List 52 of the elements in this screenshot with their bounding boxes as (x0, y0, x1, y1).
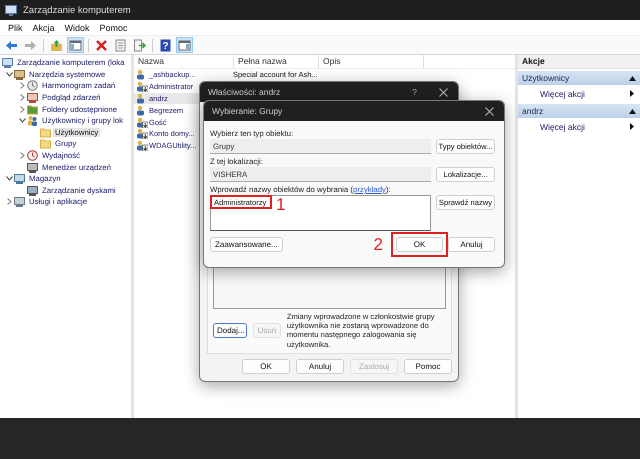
tree-pane-icon[interactable] (67, 37, 84, 53)
column-header[interactable]: Nazwa (134, 55, 234, 68)
gauge-icon (27, 150, 38, 162)
dialog-button[interactable]: Pomoc (404, 359, 452, 374)
dialog-title: Wybieranie: Grupy (212, 106, 284, 116)
chevron-right-icon[interactable] (20, 106, 24, 113)
menu-item[interactable]: Akcja (28, 22, 59, 32)
dialog-button[interactable]: Dodaj... (213, 322, 247, 338)
chevron-down-icon[interactable] (6, 176, 12, 182)
dialog-button[interactable]: Anuluj (296, 359, 344, 374)
chevron-right-icon[interactable] (6, 198, 12, 206)
chevron-right-icon[interactable] (20, 94, 24, 102)
dialog-button[interactable]: OK (242, 359, 290, 374)
shared-folder-icon (27, 104, 38, 115)
column-header[interactable]: Opis (319, 55, 424, 68)
export-icon[interactable] (131, 37, 148, 53)
folder-icon (40, 138, 51, 150)
chevron-right-icon[interactable] (20, 82, 24, 90)
computer-icon (2, 57, 13, 68)
window-title: Zarządzanie komputerem (23, 4, 131, 16)
menu-item[interactable]: Plik (4, 22, 27, 32)
advanced-button[interactable]: Zaawansowane... (210, 237, 283, 252)
step-number: 1 (276, 196, 286, 213)
chevron-down-icon[interactable] (18, 118, 26, 124)
app-icon (5, 4, 17, 16)
menu-item[interactable]: Widok (60, 22, 94, 32)
cancel-button[interactable]: Anuluj (448, 237, 495, 252)
chevron-right-icon[interactable] (20, 152, 24, 160)
clock-icon (27, 80, 38, 92)
close-icon[interactable] (439, 88, 448, 96)
close-icon[interactable] (485, 106, 494, 116)
highlight-box (391, 232, 448, 257)
highlight-box (210, 195, 272, 209)
column-header[interactable]: Pełna nazwa (234, 55, 319, 68)
collapse-arrow-icon[interactable] (629, 76, 636, 80)
action-link[interactable]: Więcej akcji (540, 122, 585, 132)
folder-icon (40, 126, 51, 138)
submenu-arrow-icon[interactable] (630, 123, 634, 130)
action-pane-icon[interactable] (176, 37, 193, 53)
chevron-down-icon[interactable] (6, 72, 12, 77)
delete-icon[interactable] (93, 37, 110, 53)
submenu-arrow-icon[interactable] (630, 90, 634, 97)
action-link[interactable]: Więcej akcji (540, 88, 585, 98)
help-button[interactable]: ? (412, 87, 417, 97)
action-section-title[interactable]: andrz (522, 106, 544, 116)
device-icon (27, 162, 38, 173)
users-icon (27, 115, 38, 126)
collapse-arrow-icon[interactable] (629, 108, 636, 114)
step-number: 2 (374, 236, 383, 253)
actions-header: Akcje (518, 55, 640, 69)
ok-button[interactable]: OK (396, 237, 443, 252)
menu-item[interactable]: Pomoc (96, 22, 132, 32)
